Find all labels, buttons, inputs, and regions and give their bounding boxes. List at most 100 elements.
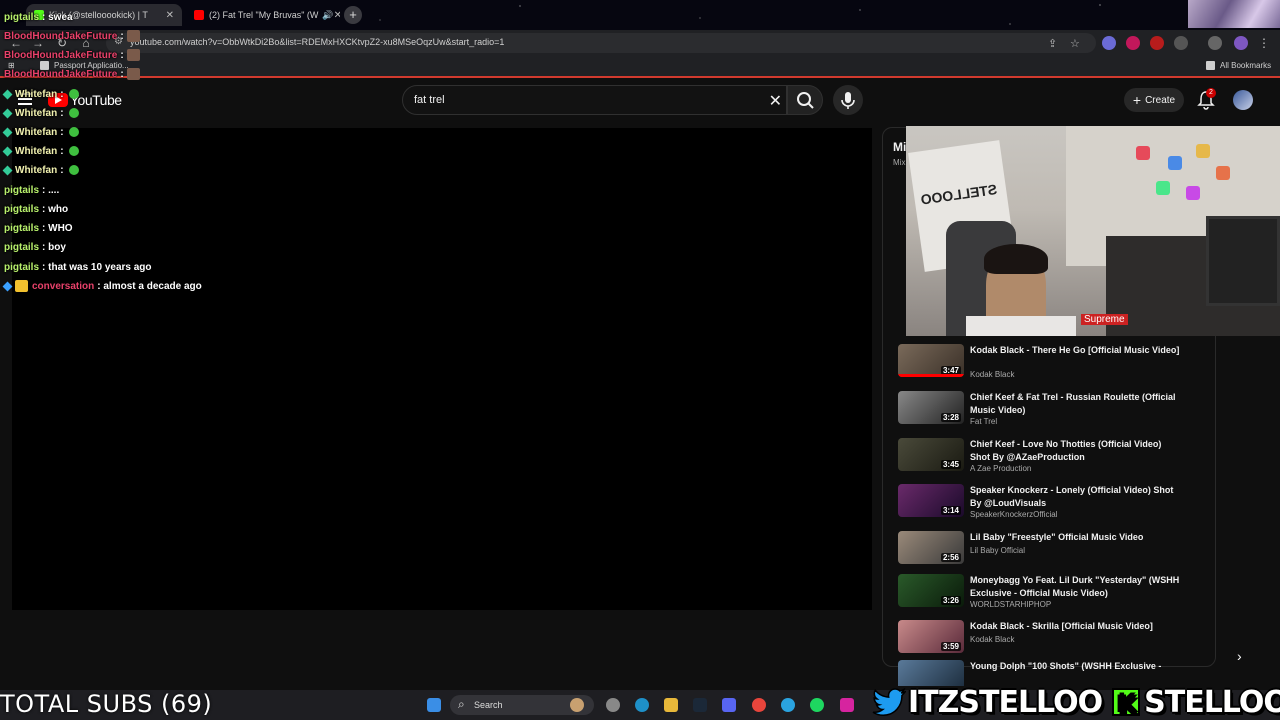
emote-icon bbox=[126, 68, 140, 80]
audio-icon[interactable]: 🔊 bbox=[322, 10, 333, 21]
telegram-icon[interactable] bbox=[781, 698, 795, 712]
search-button[interactable] bbox=[787, 85, 823, 115]
twitter-handle: ITZSTELLOO bbox=[908, 684, 1103, 720]
emote-icon bbox=[68, 127, 79, 137]
chat-message: Whitefan: bbox=[2, 161, 79, 179]
chat-message: BloodHoundJakeFuture: bbox=[4, 46, 140, 64]
start-icon[interactable] bbox=[427, 698, 441, 712]
channel-name: A Zae Production bbox=[970, 464, 1032, 473]
puzzle-icon[interactable] bbox=[1174, 36, 1188, 50]
kick-handle: STELLOOO bbox=[1144, 684, 1280, 720]
discord-icon[interactable] bbox=[722, 698, 736, 712]
notification-badge: 2 bbox=[1206, 88, 1216, 98]
badge-icon bbox=[2, 165, 13, 175]
extension-icon[interactable] bbox=[1150, 36, 1164, 50]
address-bar-row: ← → ↻ ⌂ ⚙ youtube.com/watch?v=ObbWtkDi2B… bbox=[0, 30, 1280, 56]
search-icon bbox=[797, 92, 814, 109]
video-title: Young Dolph "100 Shots" (WSHH Exclusive … bbox=[970, 661, 1162, 671]
folder-icon bbox=[1206, 61, 1215, 70]
screen: Kick (@stellooookick) | T ✕ (2) Fat Trel… bbox=[0, 0, 1280, 720]
clear-search-icon[interactable]: ✕ bbox=[769, 91, 782, 111]
bookmark-star-icon[interactable]: ☆ bbox=[1070, 37, 1080, 50]
emote-icon bbox=[68, 146, 79, 156]
video-title: Chief Keef & Fat Trel - Russian Roulette… bbox=[970, 392, 1176, 415]
twitter-bird-icon bbox=[872, 688, 906, 716]
tab-search-icon[interactable] bbox=[1208, 36, 1222, 50]
file-explorer-icon[interactable] bbox=[664, 698, 678, 712]
badge-icon bbox=[2, 127, 13, 137]
emote-icon bbox=[68, 165, 79, 175]
browser-tab-strip: Kick (@stellooookick) | T ✕ (2) Fat Trel… bbox=[0, 0, 1280, 30]
badge-icon bbox=[2, 146, 13, 156]
supreme-logo: Supreme bbox=[1081, 314, 1128, 325]
kick-logo-icon: K bbox=[1112, 688, 1141, 718]
list-item[interactable]: 3:28 Chief Keef & Fat Trel - Russian Rou… bbox=[898, 391, 1198, 435]
mix-title: Mi bbox=[893, 140, 907, 154]
search-input[interactable]: fat trel ✕ bbox=[402, 85, 787, 115]
chat-message: pigtails: WHO bbox=[4, 222, 73, 234]
close-tab-icon[interactable]: ✕ bbox=[166, 10, 174, 21]
channel-name: WORLDSTARHIPHOP bbox=[970, 600, 1052, 609]
chat-message: BloodHoundJakeFuture: bbox=[4, 27, 140, 45]
video-title: Kodak Black - There He Go [Official Musi… bbox=[970, 345, 1180, 355]
list-item[interactable]: Young Dolph "100 Shots" (WSHH Exclusive … bbox=[898, 660, 1198, 686]
list-item[interactable]: 3:59 Kodak Black - Skrilla [Official Mus… bbox=[898, 620, 1198, 664]
badge-icon bbox=[15, 280, 28, 292]
widget-icon[interactable] bbox=[570, 698, 584, 712]
edge-icon[interactable] bbox=[635, 698, 649, 712]
search-query: fat trel bbox=[414, 94, 445, 106]
video-title: Chief Keef - Love No Thotties (Official … bbox=[970, 439, 1162, 462]
instagram-icon[interactable] bbox=[840, 698, 854, 712]
chat-message: BloodHoundJakeFuture: bbox=[4, 65, 140, 83]
extension-icon[interactable] bbox=[1102, 36, 1116, 50]
new-tab-button[interactable]: + bbox=[344, 6, 362, 24]
bookmarks-bar: ⊞ Passport Applicatio... All Bookmarks bbox=[0, 56, 1280, 78]
channel-name: Kodak Black bbox=[970, 370, 1015, 379]
copilot-icon[interactable] bbox=[606, 698, 620, 712]
youtube-header: YouTube fat trel ✕ + Create 2 bbox=[0, 80, 1280, 120]
close-tab-icon[interactable]: ✕ bbox=[334, 10, 340, 21]
list-item[interactable]: 3:14 Speaker Knockerz - Lonely (Official… bbox=[898, 484, 1198, 528]
tab-youtube[interactable]: (2) Fat Trel "My Bruvas" (W 🔊 ✕ bbox=[186, 4, 340, 26]
video-thumbnail: 3:59 bbox=[898, 620, 964, 653]
video-title: Lil Baby "Freestyle" Official Music Vide… bbox=[970, 532, 1144, 542]
chat-message: pigtails: who bbox=[4, 203, 69, 215]
extension-icon[interactable] bbox=[1126, 36, 1140, 50]
plus-icon: + bbox=[1132, 92, 1142, 108]
video-title: Speaker Knockerz - Lonely (Official Vide… bbox=[970, 485, 1174, 508]
video-title: Moneybagg Yo Feat. Lil Durk "Yesterday" … bbox=[970, 575, 1180, 598]
emote-icon bbox=[126, 49, 140, 61]
emote-icon bbox=[126, 30, 140, 42]
video-title: Kodak Black - Skrilla [Official Music Vi… bbox=[970, 621, 1153, 631]
total-subs-overlay: TOTAL SUBS (69) bbox=[0, 690, 213, 718]
webcam-overlay: STELLOOO Supreme bbox=[906, 126, 1280, 336]
account-avatar[interactable] bbox=[1233, 90, 1253, 110]
list-item[interactable]: 2:56 Lil Baby "Freestyle" Official Music… bbox=[898, 531, 1198, 575]
chrome-icon[interactable] bbox=[752, 698, 766, 712]
steam-icon[interactable] bbox=[693, 698, 707, 712]
install-icon[interactable]: ⇪ bbox=[1048, 37, 1057, 50]
list-item[interactable]: 3:45 Chief Keef - Love No Thotties (Offi… bbox=[898, 438, 1198, 482]
social-handles-overlay: ITZSTELLOO K STELLOOO bbox=[872, 684, 1280, 720]
voice-search-button[interactable] bbox=[833, 85, 863, 115]
spotify-icon[interactable] bbox=[810, 698, 824, 712]
omnibox[interactable]: ⚙ youtube.com/watch?v=ObbWtkDi2Bo&list=R… bbox=[106, 33, 1096, 53]
emote-icon bbox=[68, 108, 79, 118]
wallpaper-thumbnail bbox=[1188, 0, 1280, 28]
list-item[interactable]: 3:47 Kodak Black - There He Go [Official… bbox=[898, 344, 1198, 388]
menu-dots-icon[interactable]: ⋮ bbox=[1256, 35, 1272, 51]
badge-icon bbox=[2, 89, 13, 99]
list-item[interactable]: 3:26 Moneybagg Yo Feat. Lil Durk "Yester… bbox=[898, 574, 1198, 618]
chat-message: pigtails: swea bbox=[4, 11, 73, 23]
video-player[interactable] bbox=[12, 128, 872, 610]
create-button[interactable]: + Create bbox=[1124, 88, 1184, 112]
emote-icon bbox=[68, 89, 79, 99]
video-thumbnail: 3:45 bbox=[898, 438, 964, 471]
all-bookmarks[interactable]: All Bookmarks bbox=[1206, 61, 1271, 70]
chevron-right-icon[interactable]: › bbox=[1237, 648, 1242, 664]
chat-message: pigtails: boy bbox=[4, 241, 66, 253]
channel-name: Lil Baby Official bbox=[970, 546, 1025, 555]
chat-message: conversation: almost a decade ago bbox=[2, 277, 202, 295]
badge-icon bbox=[2, 108, 13, 118]
profile-avatar-icon[interactable] bbox=[1234, 36, 1248, 50]
